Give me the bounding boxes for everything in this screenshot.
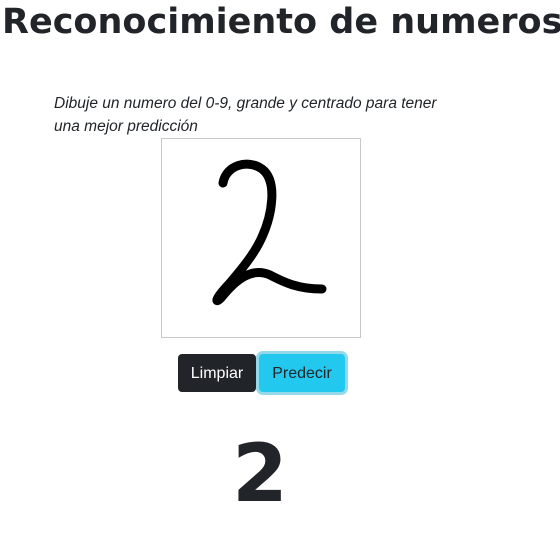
handwritten-digit-stroke	[212, 159, 327, 306]
prediction-result: 2	[232, 427, 288, 520]
drawing-canvas[interactable]	[161, 138, 361, 338]
instructions-text: Dibuje un numero del 0-9, grande y centr…	[54, 95, 437, 135]
page-title: Reconocimiento de numeros	[2, 2, 560, 42]
clear-button[interactable]: Limpiar	[178, 354, 256, 392]
predict-button[interactable]: Predecir	[259, 354, 345, 392]
